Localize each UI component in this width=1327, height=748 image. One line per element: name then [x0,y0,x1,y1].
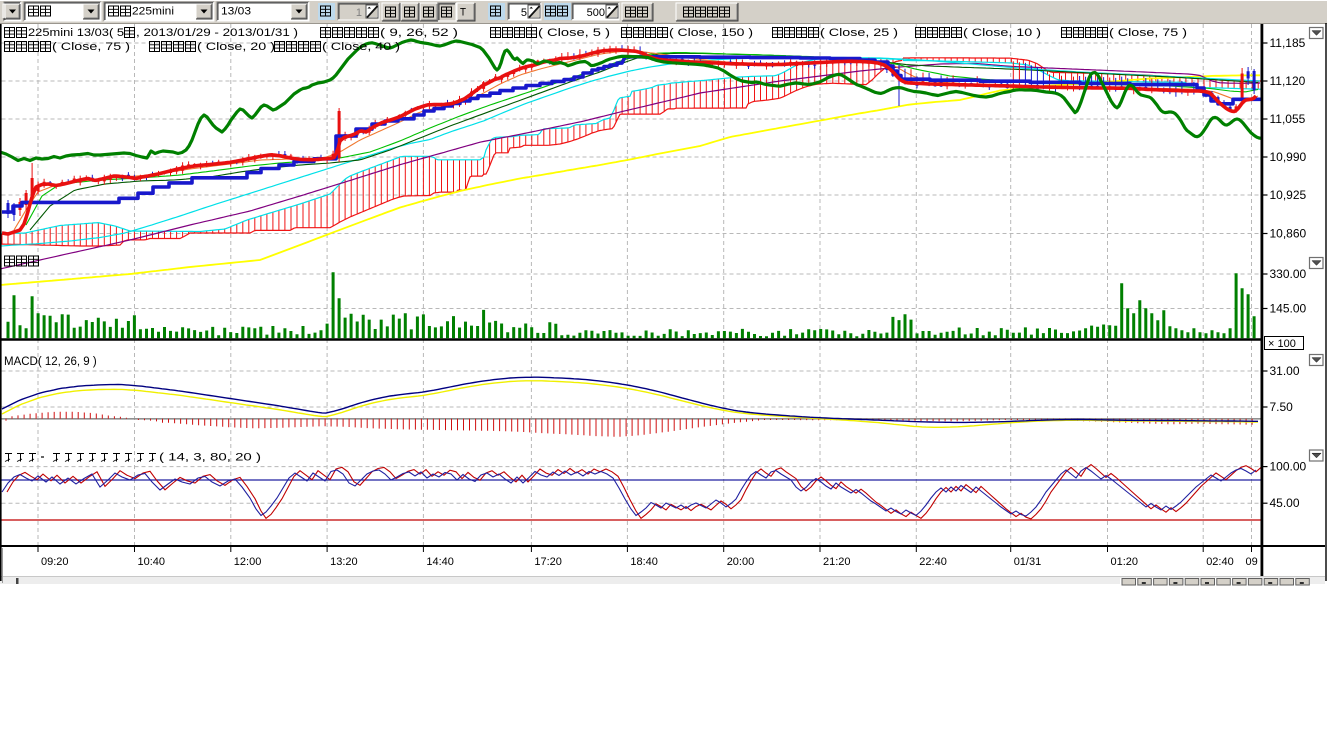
svg-text:10,860: 10,860 [1270,227,1307,241]
svg-text:02:40: 02:40 [1206,556,1234,568]
svg-text:( 9, 26, 52 ): ( 9, 26, 52 ) [380,27,458,39]
svg-text:10,990: 10,990 [1270,150,1307,164]
svg-text:13:20: 13:20 [330,556,358,568]
svg-text:( Close, 10 ): ( Close, 10 ) [963,27,1041,39]
svg-text:11,120: 11,120 [1270,74,1306,88]
svg-text:( Close, 75 ): ( Close, 75 ) [1109,27,1187,39]
svg-text:09: 09 [1246,556,1258,568]
svg-text:100.00: 100.00 [1270,460,1307,474]
svg-text:11,055: 11,055 [1270,112,1306,126]
svg-text:( Close, 20 ): ( Close, 20 ) [197,41,275,53]
svg-text:T: T [460,7,466,19]
svg-text:, 2013/01/29 - 2013/01/31 ): , 2013/01/29 - 2013/01/31 ) [136,27,298,39]
svg-text:01/31: 01/31 [1014,556,1042,568]
svg-text:09:20: 09:20 [41,556,69,568]
svg-text:11,185: 11,185 [1270,36,1306,50]
svg-text:500: 500 [587,7,605,19]
svg-text:MACD( 12, 26, 9 ): MACD( 12, 26, 9 ) [4,356,97,368]
svg-text:( 14, 3, 80, 20 ): ( 14, 3, 80, 20 ) [159,452,261,464]
svg-text:14:40: 14:40 [426,556,454,568]
svg-text:45.00: 45.00 [1270,496,1300,510]
svg-text:× 100: × 100 [1268,338,1296,350]
svg-text:22:40: 22:40 [919,556,947,568]
svg-text:225mini: 225mini [132,6,174,18]
svg-text:13/03: 13/03 [221,6,251,18]
svg-text:145.00: 145.00 [1270,302,1307,316]
svg-text:31.00: 31.00 [1270,364,1300,378]
svg-text:( Close, 150 ): ( Close, 150 ) [669,27,753,39]
svg-text:330.00: 330.00 [1270,267,1307,281]
svg-text:( Close, 75 ): ( Close, 75 ) [52,41,130,53]
svg-text:20:00: 20:00 [727,556,755,568]
svg-text:( Close, 5 ): ( Close, 5 ) [538,27,610,39]
svg-text:10,925: 10,925 [1270,188,1307,202]
svg-text:10:40: 10:40 [138,556,166,568]
svg-text:12:00: 12:00 [234,556,262,568]
svg-text:( Close, 25 ): ( Close, 25 ) [820,27,898,39]
svg-text:21:20: 21:20 [823,556,851,568]
svg-text:01:20: 01:20 [1111,556,1139,568]
svg-text:7.50: 7.50 [1270,400,1294,414]
svg-text:( Close, 40 ): ( Close, 40 ) [322,41,400,53]
svg-text:225mini 13/03( 5: 225mini 13/03( 5 [28,27,124,39]
svg-text:1: 1 [356,7,362,19]
svg-text:17:20: 17:20 [534,556,562,568]
svg-text:18:40: 18:40 [630,556,658,568]
svg-text:5: 5 [521,7,527,19]
